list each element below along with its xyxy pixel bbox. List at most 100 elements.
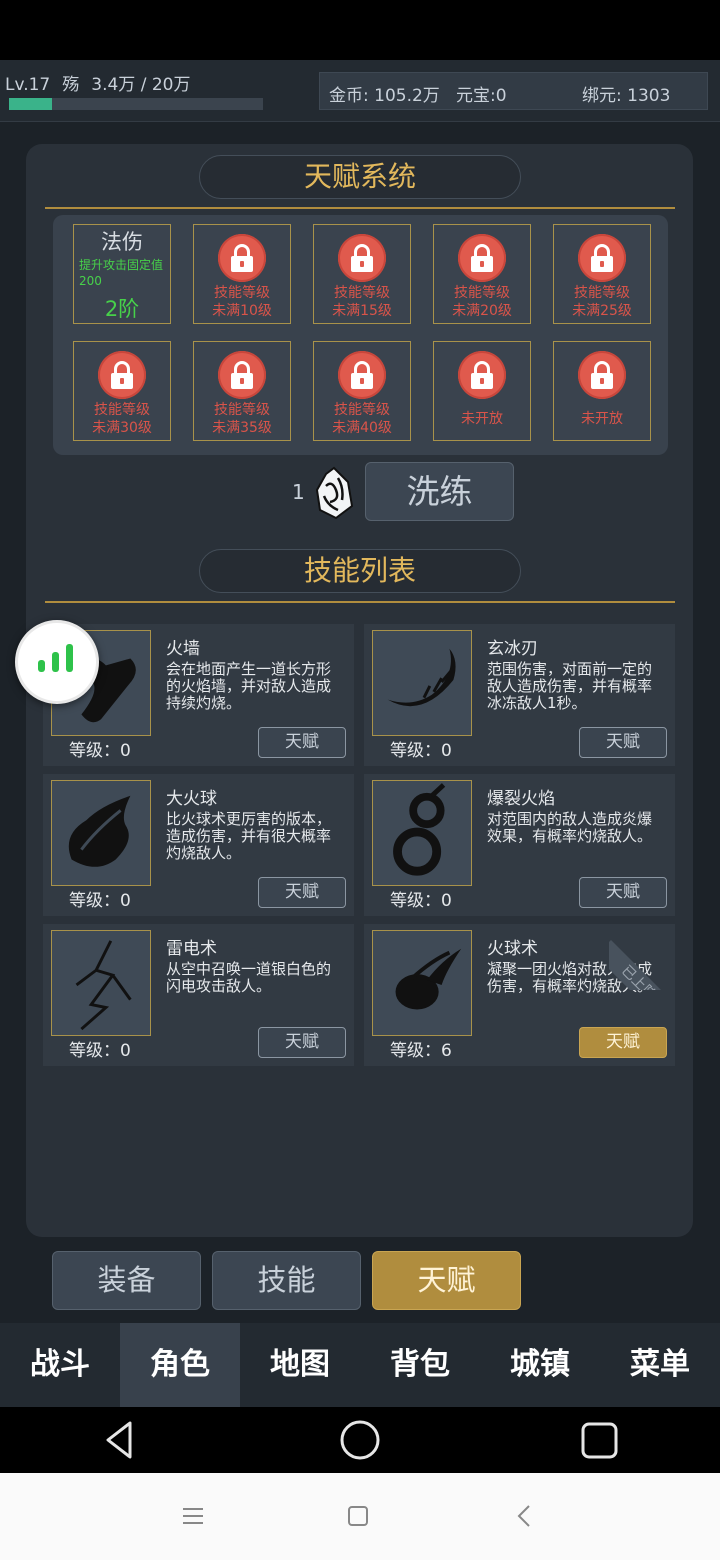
recents-icon[interactable] <box>580 1407 620 1473</box>
talent-section-title: 天赋系统 <box>199 155 521 199</box>
skill-section-title: 技能列表 <box>199 549 521 593</box>
bound-yuanbao-amount: 绑元: 1303 <box>582 86 671 106</box>
talent-cell-locked[interactable]: 技能等级 未满35级 <box>193 341 291 441</box>
skill-level: 等级：0 <box>69 1041 131 1061</box>
signal-bar-icon <box>52 652 59 672</box>
skill-talent-button[interactable]: 天赋 <box>579 1027 667 1058</box>
floating-signal-button[interactable] <box>15 620 99 704</box>
nav-bag[interactable]: 背包 <box>360 1323 480 1407</box>
skill-level: 等级：6 <box>390 1041 452 1061</box>
menu-icon[interactable] <box>180 1503 206 1529</box>
signal-bar-icon <box>66 644 73 672</box>
skill-card: 火球术 凝聚一团火焰对敌人造成伤害，有概率灼烧敌人。 等级：6 天赋 已上阵 <box>364 924 675 1066</box>
skill-desc: 会在地面产生一道长方形的火焰墙，并对敌人造成持续灼烧。 <box>166 660 332 712</box>
chevron-left-icon[interactable] <box>512 1503 538 1529</box>
skill-talent-button[interactable]: 天赋 <box>258 1027 346 1058</box>
gold-amount: 金币: 105.2万 <box>329 86 440 106</box>
home-icon[interactable] <box>338 1407 382 1473</box>
talent-cell-locked[interactable]: 技能等级未满10级 <box>193 224 291 324</box>
talent-cell-locked[interactable]: 未开放 <box>433 341 531 441</box>
player-level: Lv.17 <box>5 75 51 95</box>
exp-bar-fill <box>9 98 53 110</box>
reset-stone-icon <box>315 466 354 520</box>
skill-level: 等级：0 <box>69 891 131 911</box>
exp-bar <box>9 98 263 110</box>
lock-icon <box>338 351 386 399</box>
equipped-label: 已上阵 <box>609 940 675 990</box>
divider <box>45 207 675 209</box>
burst-flame-icon <box>372 780 472 886</box>
lock-requirement-label: 技能等级 <box>334 402 390 418</box>
lock-requirement-label: 技能等级 <box>334 285 390 301</box>
skill-talent-button[interactable]: 天赋 <box>579 727 667 758</box>
talent-name: 法伤 <box>101 230 143 254</box>
tab-talent[interactable]: 天赋 <box>372 1251 521 1310</box>
lock-icon <box>338 234 386 282</box>
yuanbao-amount: 元宝:0 <box>456 86 507 106</box>
skill-name: 雷电术 <box>166 939 217 959</box>
back-icon[interactable] <box>100 1407 140 1473</box>
talent-desc: 提升攻击固定值200 <box>79 258 164 288</box>
lock-requirement-value: 未满35级 <box>212 420 272 436</box>
skill-talent-button[interactable]: 天赋 <box>258 877 346 908</box>
talent-cell-locked[interactable]: 技能等级 未满20级 <box>433 224 531 324</box>
lock-requirement-value: 未满10级 <box>212 303 272 319</box>
player-exp: 3.4万 / 20万 <box>91 75 191 95</box>
system-nav-bar <box>0 1407 720 1473</box>
ice-blade-icon <box>372 630 472 736</box>
skill-name: 爆裂火焰 <box>487 789 555 809</box>
lock-requirement-label: 技能等级 <box>454 285 510 301</box>
talent-cell-locked[interactable]: 技能等级 未满30级 <box>73 341 171 441</box>
tab-equipment[interactable]: 装备 <box>52 1251 201 1310</box>
skill-talent-button[interactable]: 天赋 <box>258 727 346 758</box>
talent-cell-locked[interactable]: 技能等级 未满25级 <box>553 224 651 324</box>
lock-requirement-value: 未满30级 <box>92 420 152 436</box>
bottom-nav: 战斗 角色 地图 背包 城镇 菜单 <box>0 1323 720 1407</box>
square-icon[interactable] <box>345 1503 371 1529</box>
skill-name: 火球术 <box>487 939 538 959</box>
skill-level: 等级：0 <box>390 891 452 911</box>
skill-level: 等级：0 <box>69 741 131 761</box>
lock-icon <box>578 351 626 399</box>
skill-desc: 比火球术更厉害的版本，造成伤害，并有很大概率灼烧敌人。 <box>166 810 332 862</box>
player-rank: 殇 <box>62 75 80 95</box>
lock-icon <box>458 234 506 282</box>
skill-card: 爆裂火焰 对范围内的敌人造成炎爆效果，有概率灼烧敌人。等级：0 天赋 <box>364 774 675 916</box>
equipped-ribbon: 已上阵 <box>609 924 675 990</box>
fireball-icon <box>372 930 472 1036</box>
gesture-bar <box>0 1473 720 1560</box>
tab-skills[interactable]: 技能 <box>212 1251 361 1310</box>
signal-bar-icon <box>38 660 45 672</box>
nav-town[interactable]: 城镇 <box>480 1323 600 1407</box>
skill-card: 玄冰刃 范围伤害，对面前一定的敌人造成伤害，并有概率冰冻敌人1秒。 等级：0 天赋 <box>364 624 675 766</box>
lock-not-open-label: 未开放 <box>581 411 623 427</box>
talent-cell-locked[interactable]: 技能等级 未满15级 <box>313 224 411 324</box>
divider <box>45 601 675 603</box>
talent-cell-locked[interactable]: 技能等级未满40级 <box>313 341 411 441</box>
talent-cell-unlocked[interactable]: 法伤提升攻击固定值200 2阶 <box>73 224 171 324</box>
skill-name: 火墙 <box>166 639 200 659</box>
talent-rank: 2阶 <box>104 297 140 321</box>
status-bar <box>0 0 720 60</box>
lightning-icon <box>51 930 151 1036</box>
lock-icon <box>458 351 506 399</box>
nav-map[interactable]: 地图 <box>240 1323 360 1407</box>
nav-character[interactable]: 角色 <box>120 1323 240 1407</box>
big-fireball-icon <box>51 780 151 886</box>
lock-icon <box>218 351 266 399</box>
lock-requirement-label: 技能等级 <box>214 285 270 301</box>
skill-card: 雷电术 从空中召唤一道银白色的闪电攻击敌人。等级：0 天赋 <box>43 924 354 1066</box>
reset-stone-count: 1 <box>292 480 305 504</box>
lock-icon <box>98 351 146 399</box>
lock-requirement-value: 未满40级 <box>332 420 392 436</box>
skill-desc: 从空中召唤一道银白色的闪电攻击敌人。 <box>166 960 332 995</box>
nav-battle[interactable]: 战斗 <box>0 1323 120 1407</box>
skill-desc: 对范围内的敌人造成炎爆效果，有概率灼烧敌人。 <box>487 810 653 845</box>
nav-menu[interactable]: 菜单 <box>600 1323 720 1407</box>
skill-talent-button[interactable]: 天赋 <box>579 877 667 908</box>
lock-icon <box>578 234 626 282</box>
talent-cell-locked[interactable]: 未开放 <box>553 341 651 441</box>
skill-name: 玄冰刃 <box>487 639 538 659</box>
lock-requirement-value: 未满25级 <box>572 303 632 319</box>
reset-button[interactable]: 洗练 <box>365 462 514 521</box>
